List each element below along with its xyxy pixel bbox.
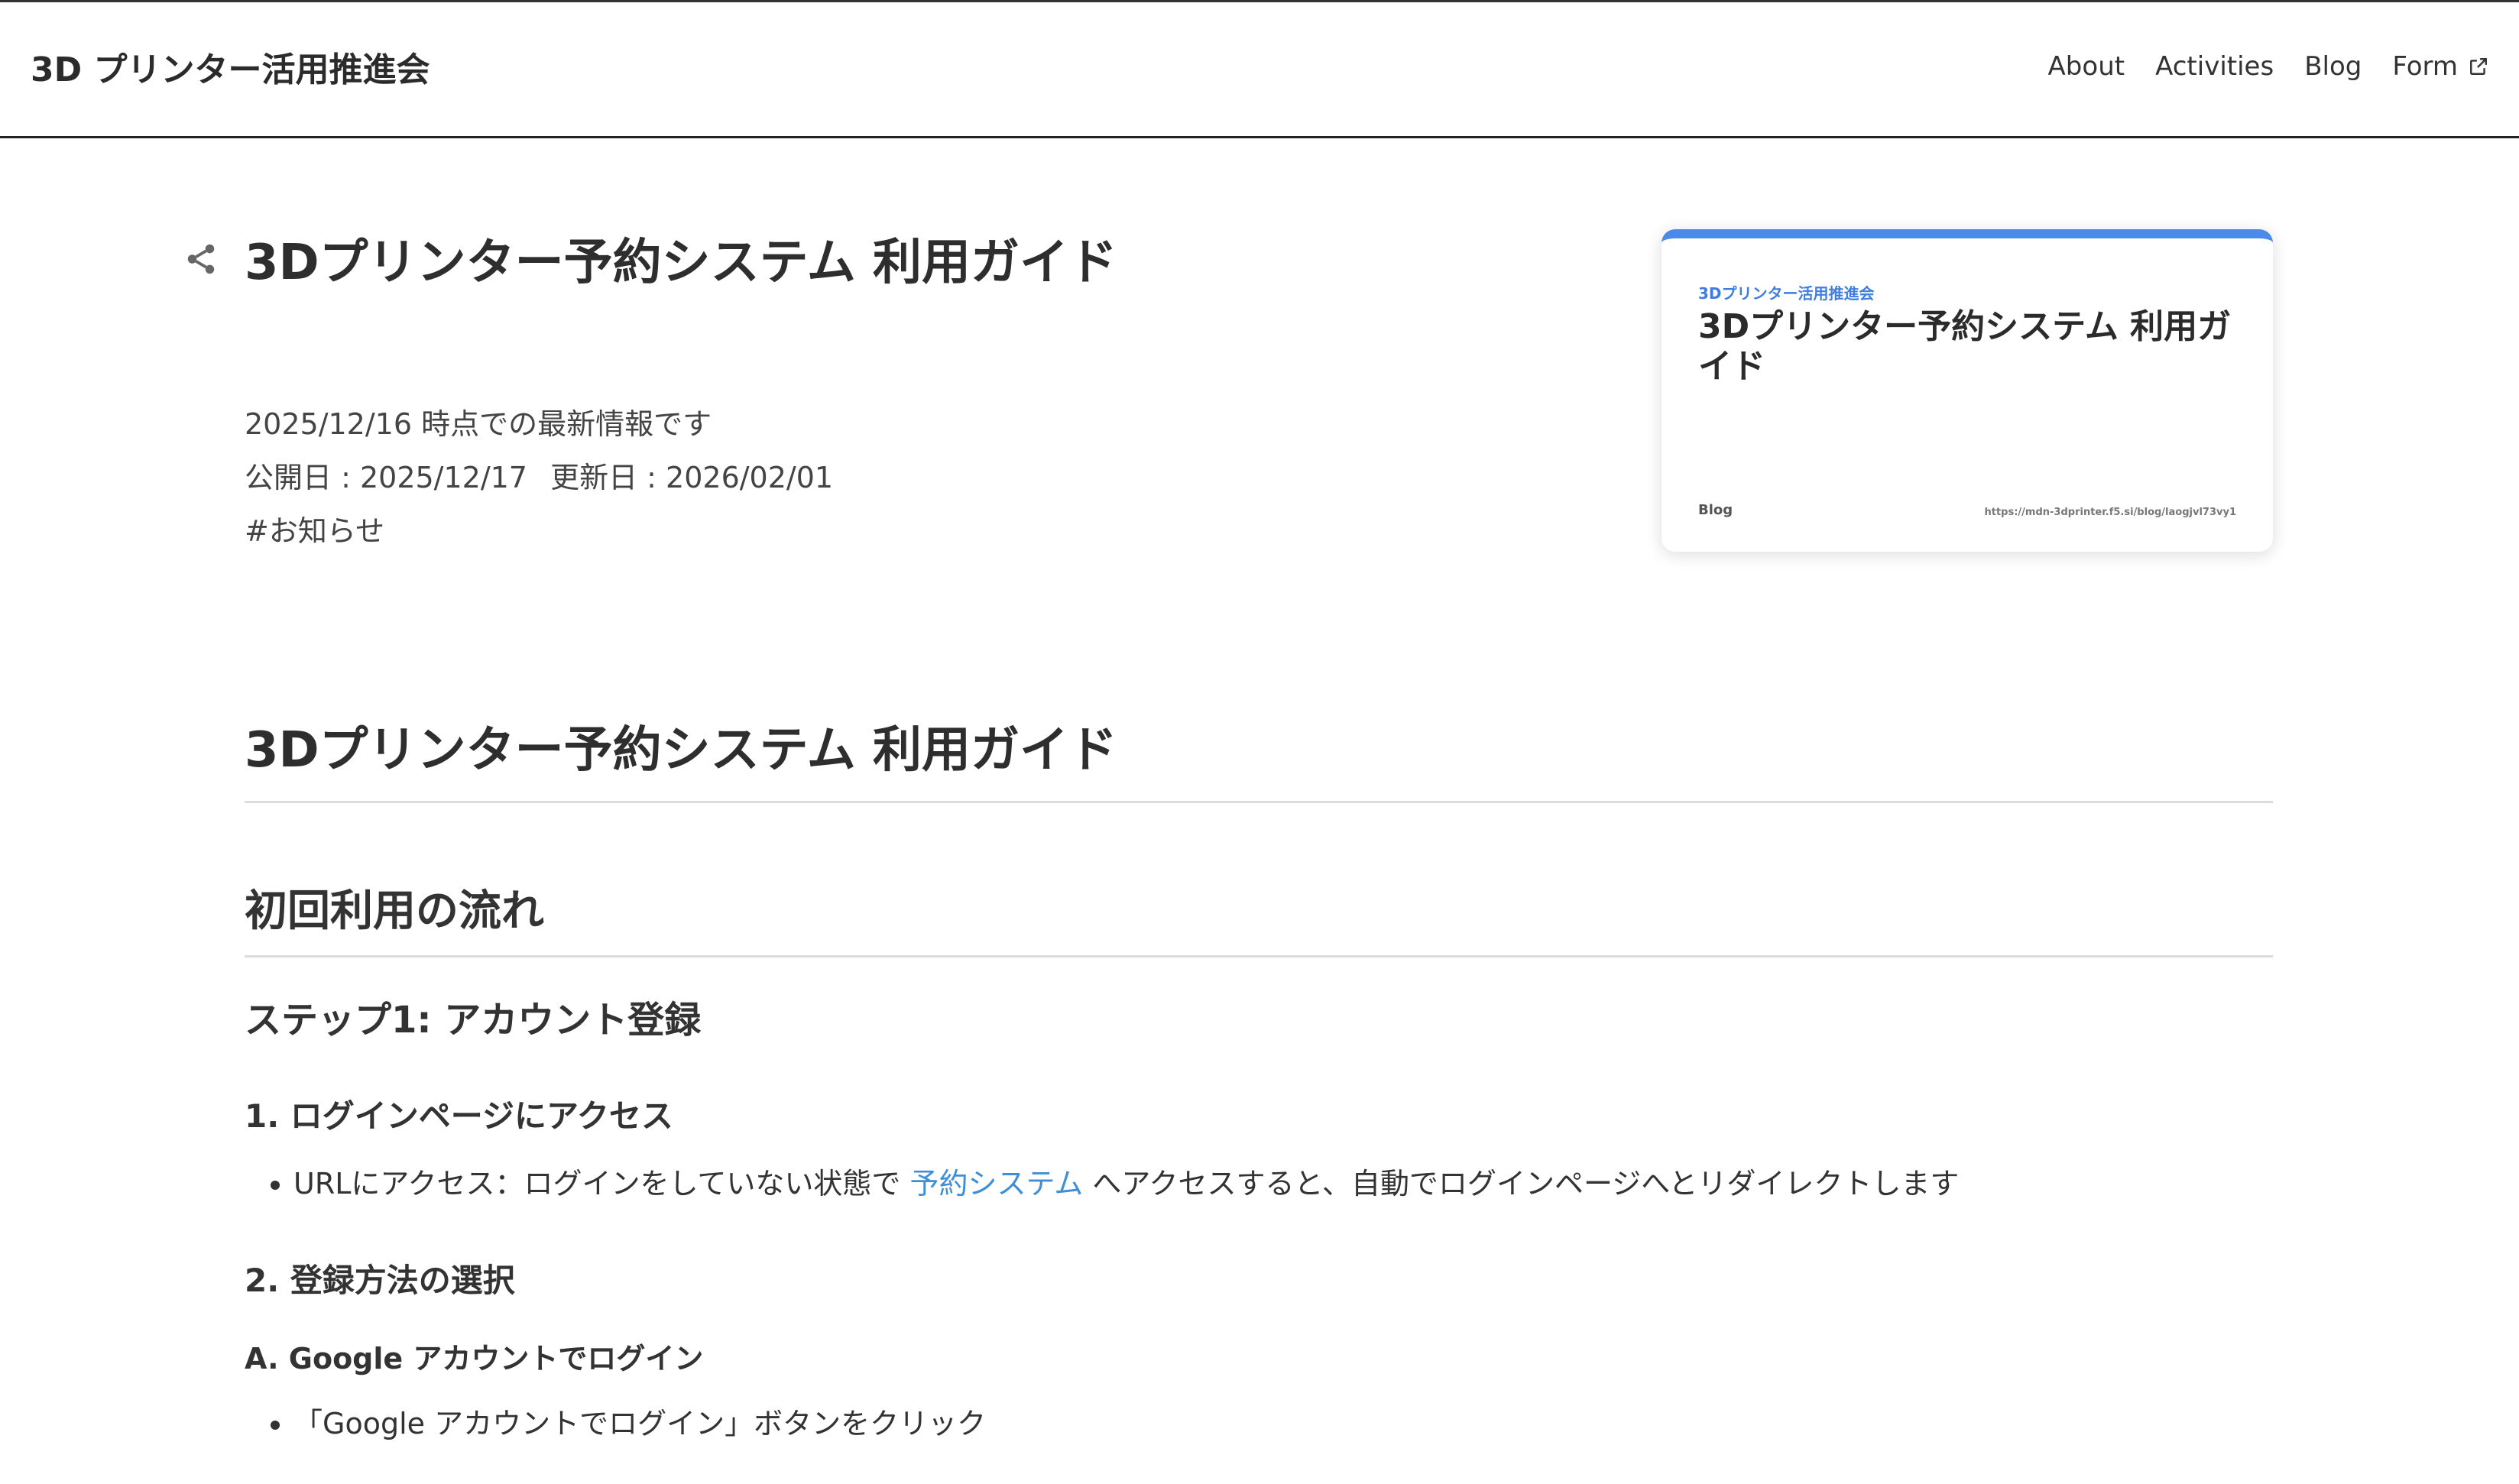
updated-date: 更新日 : 2026/02/01 <box>550 461 834 494</box>
content-heading-2: 初回利用の流れ <box>245 876 2273 957</box>
nav-activities[interactable]: Activities <box>2155 51 2274 82</box>
main-nav: About Activities Blog Form <box>2048 51 2488 82</box>
og-preview-card[interactable]: 3Dプリンター活用推進会 3Dプリンター予約システム 利用ガイド Blog ht… <box>1662 229 2273 552</box>
article-title: 3Dプリンター予約システム 利用ガイド <box>245 235 1118 291</box>
nav-form-label: Form <box>2392 51 2458 82</box>
step2-heading: 2. 登録方法の選択 <box>245 1262 515 1299</box>
step1-list: URLにアクセス：ログインをしていない状態で 予約システム へアクセスすると、自… <box>245 1160 2273 1207</box>
article-meta: 2025/12/16 時点での最新情報です 公開日 : 2025/12/17 更… <box>245 397 833 558</box>
site-header: 3D プリンター活用推進会 About Activities Blog Form <box>0 0 2519 138</box>
nav-form[interactable]: Form <box>2392 51 2488 82</box>
published-date: 公開日 : 2025/12/17 <box>245 461 527 494</box>
og-card-label: Blog <box>1698 502 1733 518</box>
content-heading-3: ステップ1: アカウント登録 <box>245 999 702 1042</box>
list-item: 「Google アカウントでログイン」ボタンをクリック <box>293 1400 2273 1447</box>
list-item: URLにアクセス：ログインをしていない状態で 予約システム へアクセスすると、自… <box>293 1160 2273 1207</box>
option-a-list: 「Google アカウントでログイン」ボタンをクリック <box>245 1400 2273 1447</box>
step1-heading: 1. ログインページにアクセス <box>245 1097 673 1135</box>
nav-about[interactable]: About <box>2048 51 2125 82</box>
reservation-system-link[interactable]: 予約システム <box>909 1167 1083 1200</box>
article-dates: 公開日 : 2025/12/17 更新日 : 2026/02/01 <box>245 451 833 504</box>
external-link-icon <box>2470 58 2487 75</box>
content-heading-1: 3Dプリンター予約システム 利用ガイド <box>245 711 2273 803</box>
site-title[interactable]: 3D プリンター活用推進会 <box>31 42 430 91</box>
step1-text-before: URLにアクセス：ログインをしていない状態で <box>293 1167 910 1200</box>
step1-text-after: へアクセスすると、自動でログインページへとリダイレクトします <box>1083 1167 1960 1200</box>
share-icon[interactable] <box>183 241 219 277</box>
article-tag[interactable]: #お知らせ <box>245 504 833 558</box>
option-a-heading: A. Google アカウントでログイン <box>245 1342 704 1375</box>
og-card-url: https://mdn-3dprinter.f5.si/blog/laogjvl… <box>1984 507 2237 518</box>
update-notice: 2025/12/16 時点での最新情報です <box>245 407 712 441</box>
og-card-site: 3Dプリンター活用推進会 <box>1698 284 1875 303</box>
article-content: 3Dプリンター予約システム 利用ガイド 初回利用の流れ ステップ1: アカウント… <box>245 711 2273 1447</box>
og-card-title: 3Dプリンター予約システム 利用ガイド <box>1698 307 2232 386</box>
nav-blog[interactable]: Blog <box>2304 51 2362 82</box>
